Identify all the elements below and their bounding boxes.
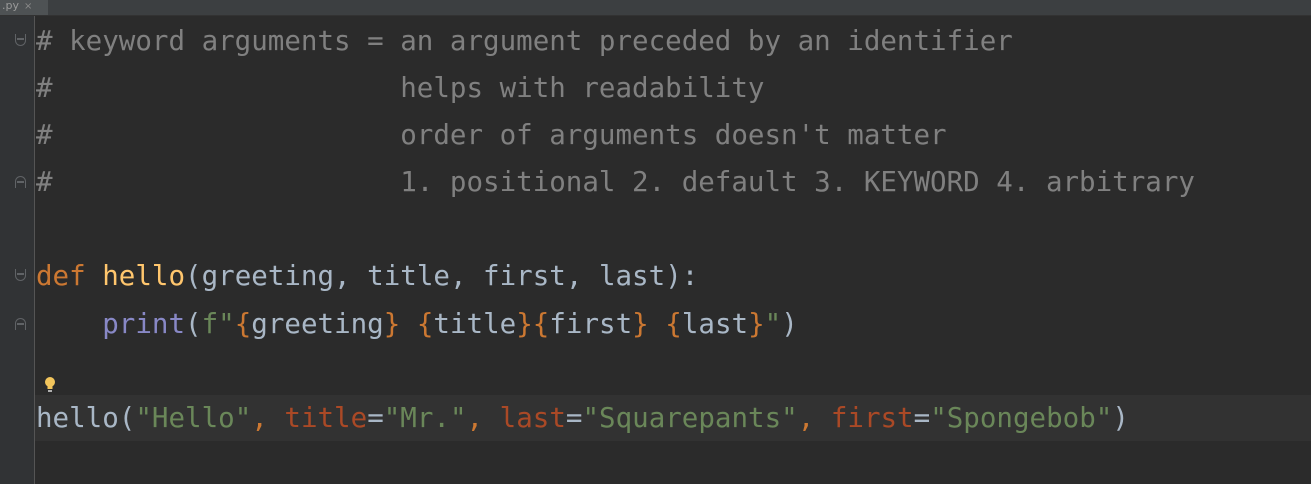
keyword-arg-first: first xyxy=(830,402,914,434)
intention-bulb-icon[interactable] xyxy=(44,376,56,394)
code-editor[interactable]: .py × # keyword arguments = an argument p… xyxy=(0,0,1311,484)
file-tab[interactable]: .py × xyxy=(0,0,48,15)
call-line: hello("Hello", title="Mr.", last="Square… xyxy=(36,402,1129,434)
editor-gutter[interactable] xyxy=(0,16,35,484)
comment-line-2: # helps with readability xyxy=(36,72,765,104)
def-keyword: def xyxy=(36,260,86,292)
print-line: print(f"{greeting} {title}{first} {last}… xyxy=(102,308,798,340)
call-function-name: hello xyxy=(36,402,119,434)
fold-end-icon[interactable] xyxy=(15,318,26,330)
function-name: hello xyxy=(102,260,186,292)
comment-line-4: # 1. positional 2. default 3. KEYWORD 4.… xyxy=(36,166,1195,198)
tab-bar: .py × xyxy=(0,0,1311,16)
fold-start-icon[interactable] xyxy=(15,269,26,281)
parameter-list: greeting, title, first, last xyxy=(201,260,666,292)
comment-line-3: # order of arguments doesn't matter xyxy=(36,119,947,151)
fold-end-icon[interactable] xyxy=(15,176,26,188)
keyword-arg-title: title xyxy=(284,402,368,434)
keyword-arg-last: last xyxy=(499,402,566,434)
def-line: def hello(greeting, title, first, last): xyxy=(36,260,699,292)
file-tab-label: .py xyxy=(2,0,19,12)
tab-close-icon[interactable]: × xyxy=(24,1,32,12)
print-builtin: print xyxy=(102,308,186,340)
fold-start-icon[interactable] xyxy=(15,34,26,46)
comment-line-1: # keyword arguments = an argument preced… xyxy=(36,25,1013,57)
